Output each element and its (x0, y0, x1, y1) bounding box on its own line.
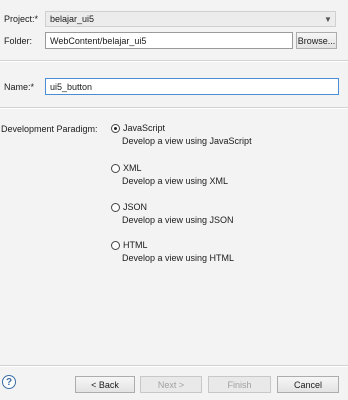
radio-html[interactable] (111, 240, 120, 250)
radio-javascript[interactable] (111, 123, 120, 133)
new-view-wizard-page: Project:* belajar_ui5 ▼ Folder: WebConte… (0, 0, 348, 400)
radio-option-html[interactable]: HTML Develop a view using HTML (111, 239, 341, 263)
separator-2 (0, 107, 348, 109)
folder-field-value: WebContent/belajar_ui5 (50, 35, 147, 46)
radio-option-xml[interactable]: XML Develop a view using XML (111, 162, 341, 186)
radio-xml-desc: Develop a view using XML (122, 176, 229, 186)
radio-json-desc: Develop a view using JSON (122, 215, 234, 225)
radio-json[interactable] (111, 202, 120, 212)
radio-json-label: JSON (123, 202, 148, 212)
folder-field[interactable]: WebContent/belajar_ui5 (45, 32, 293, 49)
cancel-button[interactable]: Cancel (277, 376, 339, 393)
help-icon[interactable]: ? (2, 375, 16, 389)
project-select[interactable]: belajar_ui5 ▼ (45, 11, 336, 27)
name-field-value: ui5_button (50, 81, 93, 92)
radio-xml[interactable] (111, 163, 120, 173)
radio-option-javascript[interactable]: JavaScript Develop a view using JavaScri… (111, 122, 341, 146)
name-field[interactable]: ui5_button (45, 78, 339, 95)
next-button[interactable]: Next > (140, 376, 202, 393)
browse-button[interactable]: Browse... (296, 32, 337, 49)
radio-html-label: HTML (123, 240, 148, 250)
radio-javascript-label: JavaScript (123, 123, 166, 133)
radio-javascript-desc: Develop a view using JavaScript (122, 136, 252, 146)
footer-separator (0, 365, 348, 367)
project-select-value: belajar_ui5 (50, 14, 95, 24)
radio-option-json[interactable]: JSON Develop a view using JSON (111, 201, 341, 225)
back-button[interactable]: < Back (75, 376, 135, 393)
separator-1 (0, 60, 348, 62)
name-label: Name:* (4, 82, 35, 92)
paradigm-label: Development Paradigm: (1, 124, 98, 134)
project-label: Project:* (4, 14, 39, 24)
radio-xml-label: XML (123, 163, 142, 173)
folder-label: Folder: (4, 36, 33, 46)
finish-button[interactable]: Finish (208, 376, 271, 393)
radio-html-desc: Develop a view using HTML (122, 253, 235, 263)
chevron-down-icon[interactable]: ▼ (321, 12, 335, 26)
